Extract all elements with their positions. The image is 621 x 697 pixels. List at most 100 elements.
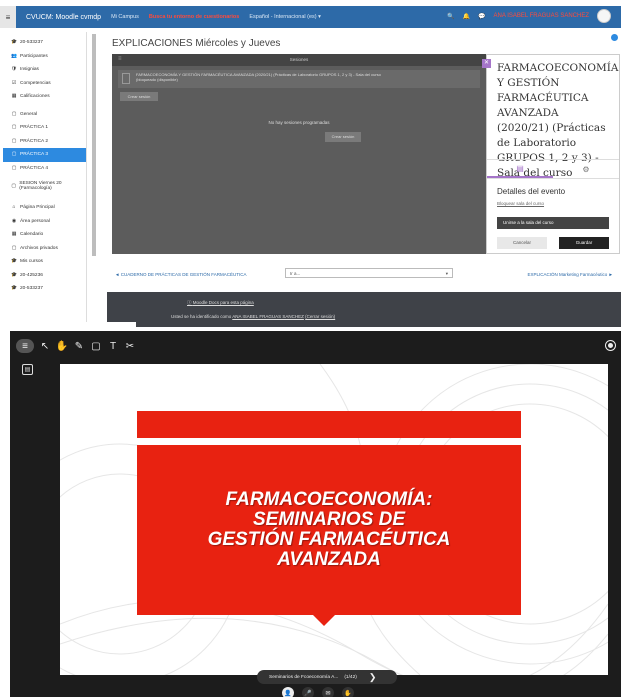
shield-icon: 🛡 [11,67,18,73]
save-button[interactable]: Guardar [559,237,609,249]
document-icon [122,73,130,84]
next-activity-link[interactable]: EXPLICACIÓN Marketing Farmacéutico ► [528,272,613,277]
sidebar-item-mis-cursos[interactable]: 🎓 Mis cursos [3,255,86,269]
login-info: Usted se ha identificado como ANA ISABEL… [171,314,335,319]
presentation-name: Seminarios de Fcoeconomía A... [269,674,339,680]
pencil-icon[interactable]: ✎ [73,340,85,352]
no-sessions-message: No hay sesiones programadas [268,120,330,125]
close-icon[interactable]: ✕ [482,59,491,68]
text-icon[interactable]: T [107,340,119,352]
folder-icon: ▢ [11,165,17,171]
sidebar-item-pagina-principal[interactable]: ⌂ Página Principal [3,201,86,215]
dashboard-icon: ◉ [11,218,17,224]
join-room-button[interactable]: Unirse a la sala del curso [497,217,609,229]
file-icon: ▢ [11,245,17,251]
slide-navigation[interactable]: Seminarios de Fcoeconomía A... (1/42) ❯ [257,670,397,684]
rectangle-icon[interactable]: ▢ [90,340,102,352]
sidebar-item-competencias[interactable]: ☑ Competencias [3,77,86,91]
course-room-status: (bloqueado (disponible) [136,77,178,82]
tab-settings[interactable]: ⚙ [553,160,619,178]
sidebar-item-label: Competencias [20,80,51,86]
sidebar-item-area-personal[interactable]: ◉ Área personal [3,215,86,229]
bigbluebutton-window: ≡ ↖ ✋ ✎ ▢ T ✂ ▤ FARMACOECONOMÍA: SEMINAR… [10,331,621,697]
nav-link-cuestionarios[interactable]: Busca tu entorno de cuestionarios [149,14,239,20]
sidebar-item-practica-4[interactable]: ▢ PRÁCTICA 4 [3,162,86,176]
page-title: EXPLICACIONES Miércoles y Jueves [112,38,281,49]
sidebar-footer [0,322,136,327]
login-prefix: Usted se ha identificado como [171,314,233,319]
sidebar-item-archivos[interactable]: ▢ Archivos privados [3,242,86,256]
menu-icon[interactable]: ≡ [118,56,122,62]
sidebar-item-calendario[interactable]: ▦ Calendario [3,228,86,242]
prev-activity-link[interactable]: ◄ CUADERNO DE PRÁCTICAS DE GESTIÓN FARMA… [115,272,246,277]
folder-icon: ▢ [11,111,17,117]
sidebar-item-general[interactable]: ▢ General [3,108,86,122]
sidebar-item-practica-3[interactable]: ▢ PRÁCTICA 3 [3,148,86,162]
raise-hand-icon[interactable]: ✋ [342,687,354,697]
pointer-icon[interactable]: ↖ [39,340,51,352]
sidebar-item-course-425236[interactable]: 🎓 20-425236 [3,269,86,283]
sidebar-item-label: Archivos privados [20,245,58,251]
moodle-window: ≡ CVUCM: Moodle cvmdp Mi Campus Busca tu… [0,0,621,327]
calendar-icon: ▦ [11,232,17,238]
presentation-options-icon[interactable]: ▤ [22,364,33,375]
sidebar-item-label: Área personal [20,218,50,224]
cancel-button[interactable]: Cancelar [497,237,547,249]
hand-icon[interactable]: ✋ [56,340,68,352]
sidebar-item-label: PRÁCTICA 4 [20,165,48,171]
microphone-icon[interactable]: 🎤 [302,687,314,697]
logout-link[interactable]: (Cerrar sesión) [305,314,335,319]
settings-gear-icon[interactable] [611,34,618,41]
record-icon[interactable] [605,340,616,351]
slide-title-line: GESTIÓN FARMACÉUTICA [207,529,451,550]
sidebar-item-sesion-viernes[interactable]: ▢ SESION Viernes 20 (Farmacología) [3,175,86,197]
language-menu[interactable]: Español - Internacional (es) ▾ [249,14,321,20]
moodle-docs-link[interactable]: ⓘ Moodle Docs para esta página [187,300,254,306]
create-session-center-button[interactable]: Crear sesión [325,132,361,142]
login-user-link[interactable]: ANA ISABEL FRAGUAS SANCHEZ [232,314,304,319]
sidebar-item-practica-2[interactable]: ▢ PRÁCTICA 2 [3,135,86,149]
user-icon[interactable]: 👤 [282,687,294,697]
user-menu[interactable]: ANA ISABEL FRAGUAS SANCHEZ [494,13,589,19]
menu-icon[interactable]: ≡ [16,339,34,353]
screenshare-icon[interactable]: ✉ [322,687,334,697]
sidebar-item-label: Participantes [20,53,48,59]
notifications-icon[interactable]: 🔔 [463,13,470,20]
slide-banner-top [137,411,521,438]
sidebar-item-label: Página Principal [20,205,55,211]
sidebar-item-label: Mis cursos [20,259,43,265]
menu-toggle-icon[interactable]: ≡ [0,6,16,28]
create-session-button[interactable]: Crear sesión [120,92,158,101]
sidebar-item-label: PRÁCTICA 1 [20,125,48,131]
sidebar-item-practica-1[interactable]: ▢ PRÁCTICA 1 [3,121,86,135]
eraser-icon[interactable]: ✂ [124,340,136,352]
table-icon: ▦ [11,94,17,100]
sidebar-item-label: PRÁCTICA 3 [20,152,48,158]
site-brand[interactable]: CVUCM: Moodle cvmdp [26,14,101,21]
search-icon[interactable]: 🔍 [447,13,454,20]
sidebar-item-calificaciones[interactable]: ▦ Calificaciones [3,90,86,104]
event-tabs: ▤ ⚙ [487,159,619,179]
sessions-header: Sesiones [112,54,486,66]
sidebar-item-insignias[interactable]: 🛡 Insignias [3,63,86,77]
sidebar-scrollbar[interactable] [92,34,96,256]
slide-title-line: AVANZADA [277,549,381,570]
messages-icon[interactable]: 💬 [478,13,485,20]
sidebar-item-label: PRÁCTICA 2 [20,138,48,144]
slide-title-line: SEMINARIOS DE [252,509,406,530]
avatar[interactable] [597,9,611,23]
course-room-row[interactable]: FARMACOECONOMÍA Y GESTIÓN FARMACÉUTICA A… [118,70,480,88]
graduation-cap-icon: 🎓 [11,259,17,265]
jump-to-select[interactable]: Ir a... ▾ [285,268,453,278]
moodle-docs-label: Moodle Docs para esta página [192,300,254,305]
tab-details[interactable]: ▤ [487,160,553,178]
next-slide-icon[interactable]: ❯ [369,672,377,683]
sidebar-item-label: 20-533237 [20,286,43,292]
sidebar-item-course[interactable]: 🎓 20-533237 [3,36,86,50]
sidebar-item-label: Calendario [20,232,44,238]
sidebar-item-course-533237[interactable]: 🎓 20-533237 [3,282,86,296]
lock-room-link[interactable]: Bloquear sala del curso [497,201,544,206]
sidebar-item-participantes[interactable]: 👥 Participantes [3,50,86,64]
list-icon: ▤ [516,163,524,173]
nav-link-mi-campus[interactable]: Mi Campus [111,14,139,20]
